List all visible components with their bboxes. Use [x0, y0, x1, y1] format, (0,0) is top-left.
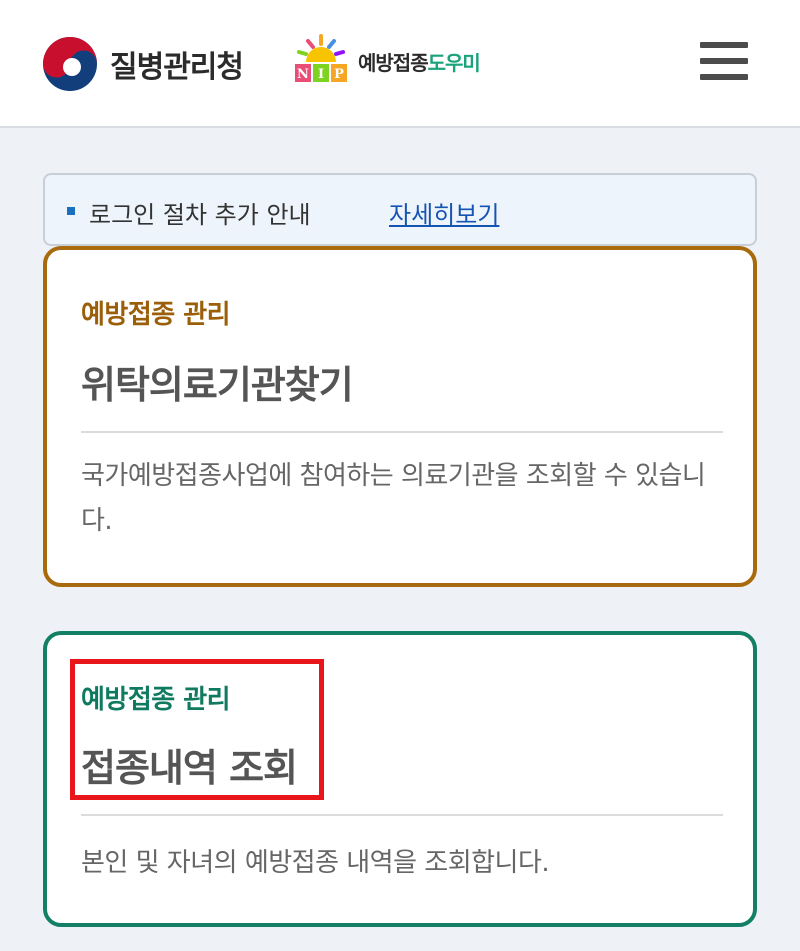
card-divider — [81, 814, 723, 816]
card-divider — [81, 431, 723, 433]
kdca-taegeuk-logo-icon[interactable] — [42, 36, 98, 92]
card-description: 본인 및 자녀의 예방접종 내역을 조회합니다. — [81, 848, 550, 878]
service-name-main: 예방접종 — [358, 51, 429, 75]
bullet-square-icon — [67, 207, 75, 215]
menu-bar-top — [700, 42, 748, 48]
notice-details-link[interactable]: 자세히보기 — [389, 195, 499, 230]
notice-text: 로그인 절차 추가 안내 — [89, 201, 311, 229]
login-notice-banner: 로그인 절차 추가 안내 자세히보기 — [43, 173, 757, 246]
agency-name[interactable]: 질병관리청 — [110, 42, 244, 86]
hamburger-menu-button[interactable] — [700, 42, 750, 86]
nip-letter-p: P — [334, 67, 344, 82]
nip-sun-logo-icon[interactable]: N I P — [292, 32, 350, 84]
card-find-clinics[interactable]: 예방접종 관리 위탁의료기관찾기 국가예방접종사업에 참여하는 의료기관을 조회… — [43, 246, 757, 587]
highlight-annotation-box — [70, 659, 324, 800]
site-header: 질병관리청 N I P 예방접종도우미 — [0, 0, 800, 128]
card-description: 국가예방접종사업에 참여하는 의료기관을 조회할 수 있습니다. — [81, 461, 706, 536]
nip-letter-i: I — [318, 67, 324, 82]
menu-bar-middle — [700, 58, 748, 64]
card-category: 예방접종 관리 — [81, 300, 231, 330]
service-name-accent: 도우미 — [427, 51, 481, 75]
card-title: 위탁의료기관찾기 — [81, 363, 354, 407]
menu-bar-bottom — [700, 74, 748, 80]
nip-letter-n: N — [297, 67, 309, 82]
service-name[interactable]: 예방접종도우미 — [358, 47, 481, 76]
